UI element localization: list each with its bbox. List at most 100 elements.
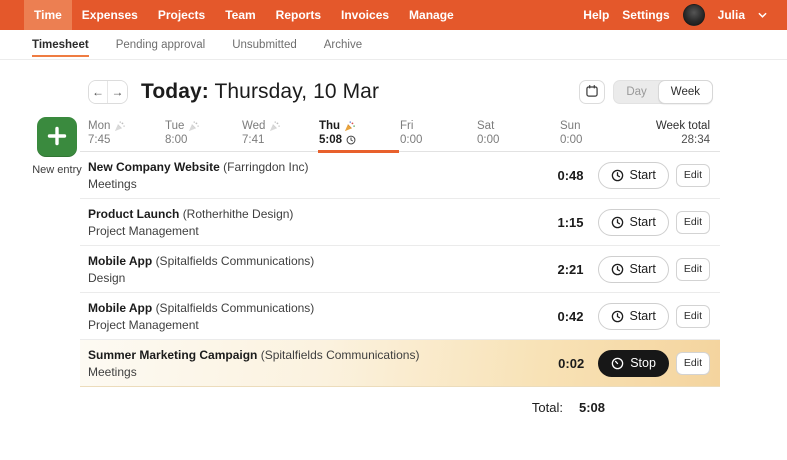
new-entry-label: New entry [27, 164, 87, 176]
user-name[interactable]: Julia [718, 8, 745, 22]
clock-icon [611, 263, 624, 276]
day-column-thu[interactable]: Thu 5:08 [319, 120, 356, 146]
day-column-tue[interactable]: Tue 8:00 [165, 120, 199, 146]
day-column-sun[interactable]: Sun 0:00 [560, 120, 582, 146]
clock-icon [611, 310, 624, 323]
day-name: Mon [88, 120, 110, 132]
start-timer-button[interactable]: Start [598, 303, 669, 330]
tab-pending-approval[interactable]: Pending approval [116, 30, 206, 59]
day-column-wed[interactable]: Wed 7:41 [242, 120, 280, 146]
time-entry-row: Product Launch (Rotherhithe Design) Proj… [80, 199, 720, 246]
start-timer-button[interactable]: Start [598, 162, 669, 189]
project-name: New Company Website [88, 160, 220, 174]
nav-item-projects[interactable]: Projects [148, 0, 215, 30]
edit-button[interactable]: Edit [676, 211, 710, 234]
day-total-time: 7:45 [88, 134, 110, 146]
day-total-time: 0:00 [477, 134, 499, 146]
task-name: Meetings [88, 365, 536, 379]
toggle-day[interactable]: Day [614, 81, 658, 103]
previous-day-button[interactable]: ← [89, 81, 108, 103]
day-name: Thu [319, 120, 340, 132]
day-column-fri[interactable]: Fri 0:00 [400, 120, 422, 146]
project-name: Mobile App [88, 254, 152, 268]
page-title: Today: Thursday, 10 Mar [141, 80, 379, 104]
entry-duration: 0:42 [536, 309, 584, 324]
clock-icon [611, 357, 624, 370]
nav-item-time[interactable]: Time [24, 0, 72, 30]
primary-nav: TimeExpensesProjectsTeamReportsInvoicesM… [24, 0, 464, 30]
time-entry-row: New Company Website (Farringdon Inc) Mee… [80, 152, 720, 199]
nav-item-team[interactable]: Team [215, 0, 265, 30]
tab-archive[interactable]: Archive [324, 30, 362, 59]
tab-unsubmitted[interactable]: Unsubmitted [232, 30, 297, 59]
date-header: ← → Today: Thursday, 10 Mar Day Week [88, 75, 713, 109]
task-name: Meetings [88, 177, 536, 191]
time-entry-row: Summer Marketing Campaign (Spitalfields … [80, 340, 720, 387]
calendar-button[interactable] [579, 80, 605, 104]
total-label: Total: [532, 400, 563, 415]
day-total: Total: 5:08 [80, 400, 720, 415]
party-popper-icon [114, 121, 125, 132]
entry-duration: 1:15 [536, 215, 584, 230]
nav-item-reports[interactable]: Reports [266, 0, 331, 30]
edit-button[interactable]: Edit [676, 164, 710, 187]
day-nav-arrows: ← → [88, 80, 128, 104]
week-total-value: 28:34 [656, 134, 710, 146]
user-avatar[interactable] [683, 4, 705, 26]
edit-button[interactable]: Edit [676, 258, 710, 281]
left-arrow-icon: ← [92, 85, 104, 99]
new-entry: New entry [27, 117, 87, 176]
tab-timesheet[interactable]: Timesheet [32, 30, 89, 59]
day-total-time: 0:00 [400, 134, 422, 146]
week-total: Week total 28:34 [656, 120, 710, 146]
party-popper-icon [344, 121, 355, 132]
entry-duration: 0:48 [536, 168, 584, 183]
right-arrow-icon: → [112, 85, 124, 99]
week-total-label: Week total [656, 120, 710, 132]
day-week-toggle: Day Week [613, 80, 713, 104]
time-entry-row: Mobile App (Spitalfields Communications)… [80, 293, 720, 340]
client-name: (Spitalfields Communications) [261, 348, 420, 362]
day-name: Fri [400, 120, 413, 132]
new-entry-button[interactable] [37, 117, 77, 157]
nav-item-manage[interactable]: Manage [399, 0, 464, 30]
start-timer-button[interactable]: Start [598, 256, 669, 283]
clock-icon [611, 169, 624, 182]
timer-button-label: Start [630, 309, 656, 323]
secondary-tabbar: Timesheet Pending approval Unsubmitted Arch… [0, 30, 787, 60]
project-name: Summer Marketing Campaign [88, 348, 257, 362]
task-name: Project Management [88, 318, 536, 332]
stop-timer-button[interactable]: Stop [598, 350, 669, 377]
settings-link[interactable]: Settings [622, 8, 669, 22]
navbar-right: Help Settings Julia [583, 0, 767, 30]
total-value: 5:08 [579, 400, 605, 415]
day-total-time: 7:41 [242, 134, 264, 146]
week-strip: Mon 7:45 Tue 8:00 Wed 7:41 Thu 5:08 Fri … [80, 119, 720, 152]
timer-button-label: Start [630, 215, 656, 229]
running-timer-icon [346, 135, 356, 145]
view-controls: Day Week [579, 80, 713, 104]
nav-item-invoices[interactable]: Invoices [331, 0, 399, 30]
start-timer-button[interactable]: Start [598, 209, 669, 236]
toggle-week[interactable]: Week [658, 80, 713, 104]
day-total-time: 5:08 [319, 134, 342, 146]
next-day-button[interactable]: → [108, 81, 127, 103]
timer-button-label: Start [630, 262, 656, 276]
today-label: Today: [141, 80, 209, 103]
day-column-sat[interactable]: Sat 0:00 [477, 120, 499, 146]
nav-item-expenses[interactable]: Expenses [72, 0, 148, 30]
time-entries-list: New Company Website (Farringdon Inc) Mee… [80, 152, 720, 387]
day-name: Tue [165, 120, 184, 132]
help-link[interactable]: Help [583, 8, 609, 22]
project-name: Product Launch [88, 207, 179, 221]
edit-button[interactable]: Edit [676, 305, 710, 328]
day-column-mon[interactable]: Mon 7:45 [88, 120, 125, 146]
clock-icon [611, 216, 624, 229]
party-popper-icon [269, 121, 280, 132]
chevron-down-icon[interactable] [758, 12, 767, 18]
edit-button[interactable]: Edit [676, 352, 710, 375]
day-total-time: 0:00 [560, 134, 582, 146]
day-name: Sat [477, 120, 494, 132]
entry-duration: 2:21 [536, 262, 584, 277]
task-name: Project Management [88, 224, 536, 238]
